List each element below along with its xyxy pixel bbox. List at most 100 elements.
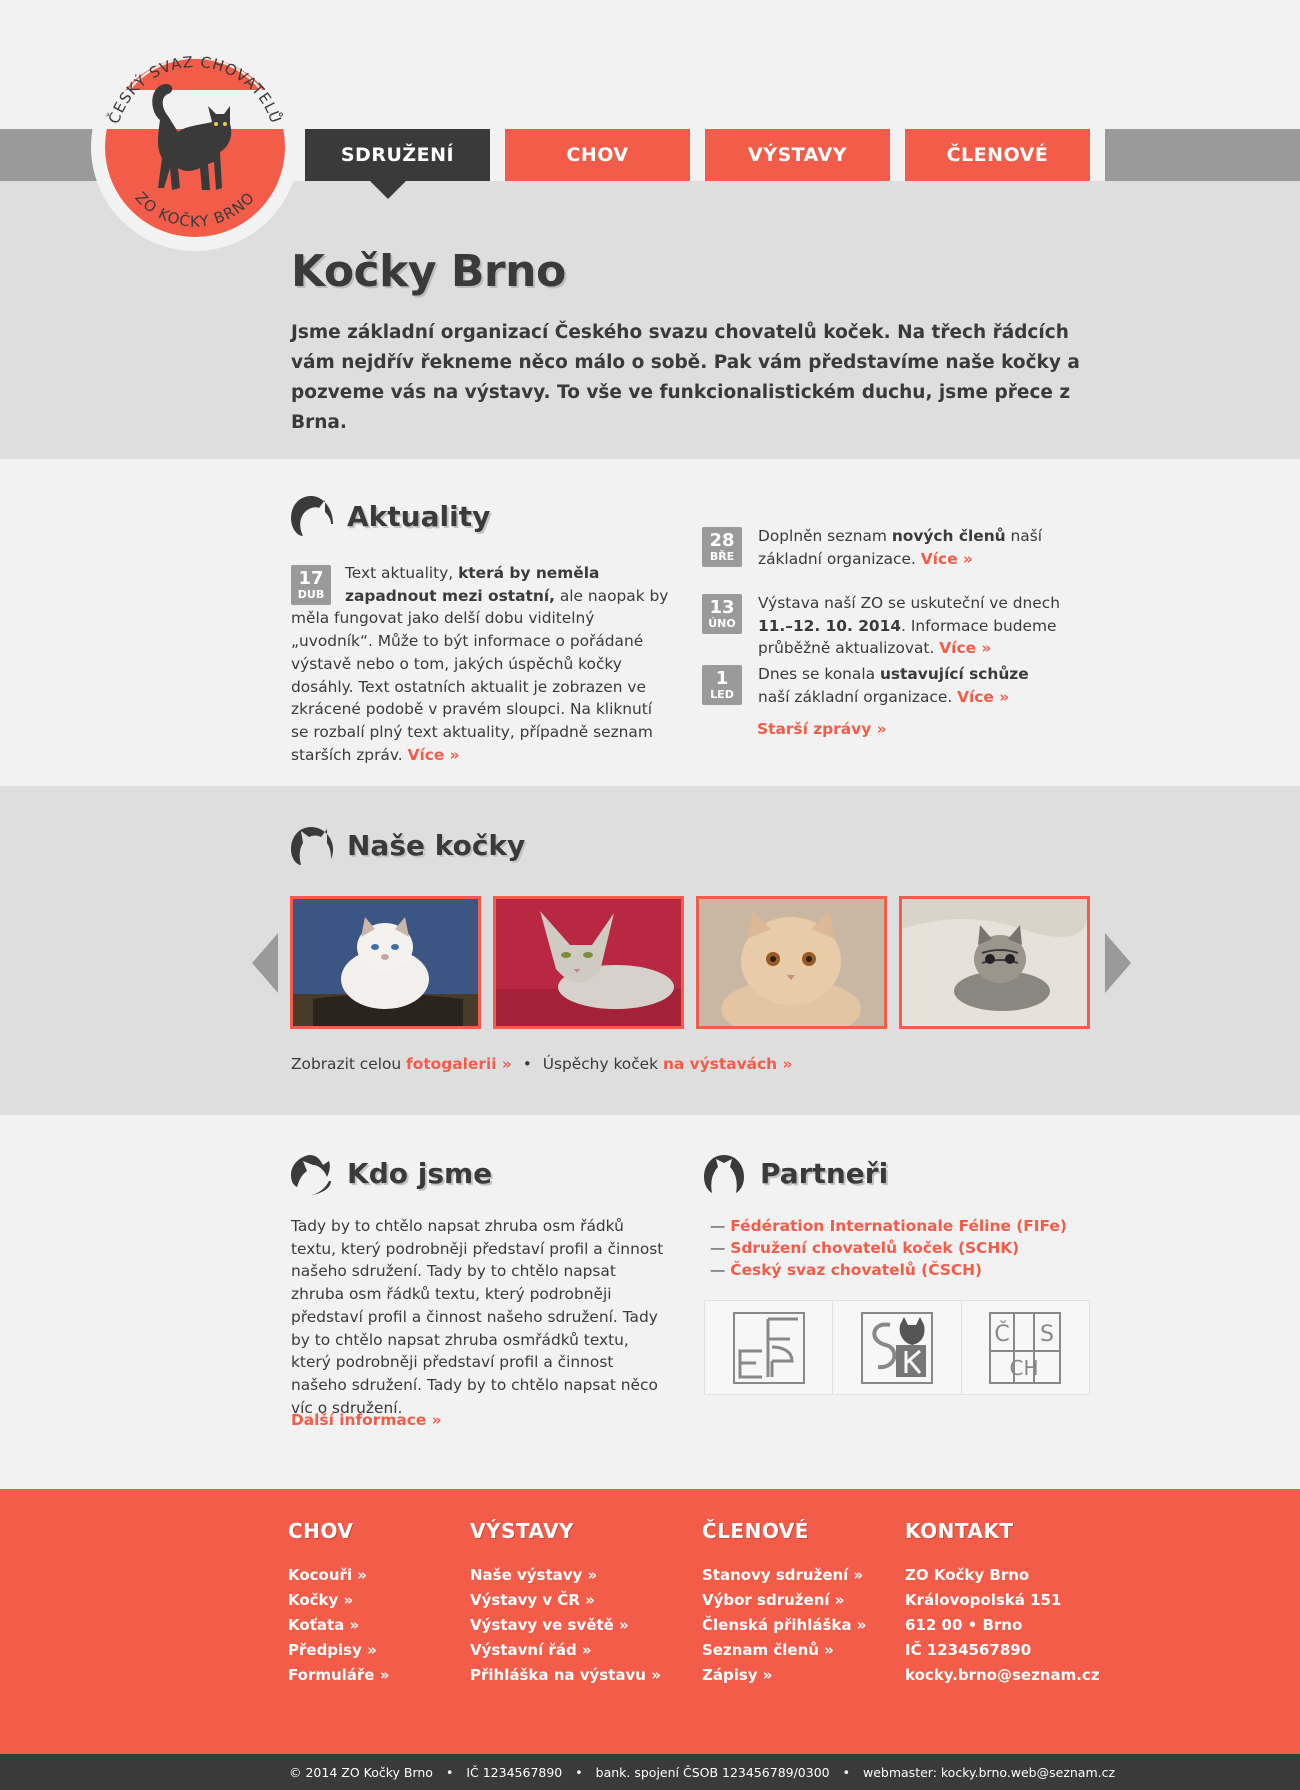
- footer-link[interactable]: Výstavy ve světě »: [470, 1616, 629, 1634]
- footer-col-title: KONTAKT: [905, 1519, 1014, 1543]
- footer-col-title: CHOV: [288, 1519, 354, 1543]
- cat-photo-oriental: [496, 899, 681, 1026]
- nav-active-arrow: [370, 181, 406, 199]
- partner-logo-fife[interactable]: [705, 1301, 834, 1394]
- webmaster-info[interactable]: webmaster: kocky.brno.web@seznam.cz: [863, 1765, 1115, 1780]
- contact-line: Královopolská 151: [905, 1591, 1062, 1609]
- partner-link-schk[interactable]: Sdružení chovatelů koček (SCHK): [730, 1239, 1019, 1257]
- footer-col-title: VÝSTAVY: [470, 1519, 575, 1543]
- fife-logo-icon: [732, 1311, 805, 1384]
- date-day: 17: [298, 567, 324, 589]
- cat-photo-1[interactable]: [290, 896, 481, 1029]
- contact-line: 612 00 • Brno: [905, 1616, 1023, 1634]
- nav-item-sdruzeni[interactable]: SDRUŽENÍ: [305, 129, 490, 181]
- cat-head-icon: [291, 496, 333, 536]
- date-month: DUB: [297, 587, 325, 601]
- date-badge: 1 LED: [702, 665, 742, 705]
- gallery-next-arrow[interactable]: [1105, 933, 1131, 993]
- footer-link[interactable]: Výstavní řád »: [470, 1641, 592, 1659]
- contact-email-link[interactable]: kocky.brno@seznam.cz: [905, 1666, 1100, 1684]
- photogallery-link[interactable]: fotogalerii »: [406, 1055, 512, 1073]
- partners-title: Partneři: [760, 1156, 889, 1190]
- contact-line: ZO Kočky Brno: [905, 1566, 1030, 1584]
- cat-photo-3[interactable]: [696, 896, 887, 1029]
- cat-photo-2[interactable]: [493, 896, 684, 1029]
- cat-photo-british: [699, 899, 884, 1026]
- csch-logo-icon: Č S CH: [989, 1311, 1062, 1384]
- footer-link[interactable]: Stanovy sdružení »: [702, 1566, 863, 1584]
- date-badge: 13 ÚNO: [702, 594, 742, 634]
- shows-success-link[interactable]: na výstavách »: [663, 1055, 792, 1073]
- footer-link[interactable]: Seznam členů »: [702, 1641, 834, 1659]
- cat-head-icon: [704, 1155, 744, 1193]
- footer-link[interactable]: Naše výstavy »: [470, 1566, 597, 1584]
- nav-item-clenove[interactable]: ČLENOVÉ: [905, 129, 1090, 181]
- page-title: Kočky Brno: [291, 246, 566, 297]
- footer-link[interactable]: Kočky »: [288, 1591, 353, 1609]
- partner-logos: Č S CH: [704, 1300, 1090, 1395]
- bullet-separator: •: [575, 1764, 583, 1780]
- gallery-prev-arrow[interactable]: [252, 933, 278, 993]
- news-text: Doplněn seznam: [758, 527, 892, 545]
- bullet-separator: •: [522, 1055, 532, 1073]
- news-main-text-after: ale naopak by měla fungovat jako delší d…: [291, 586, 669, 764]
- footer-link[interactable]: Kocouři »: [288, 1566, 367, 1584]
- news-main-more-link[interactable]: Více »: [408, 746, 460, 764]
- news-text: Dnes se konala: [758, 665, 880, 683]
- news-item-text: Výstava naší ZO se uskuteční ve dnech 11…: [758, 592, 1062, 660]
- logo[interactable]: ČESKÝ SVAZ CHOVATELŮ ZO KOČKY BRNO: [88, 40, 302, 254]
- about-text: Tady by to chtělo napsat zhruba osm řádk…: [291, 1217, 664, 1417]
- footer-link[interactable]: Formuláře »: [288, 1666, 389, 1684]
- partner-item: Český svaz chovatelů (ČSCH): [710, 1259, 1067, 1281]
- partner-logo-csch[interactable]: Č S CH: [962, 1301, 1089, 1394]
- news-more-link[interactable]: Více »: [939, 639, 991, 657]
- gallery-links-text: Zobrazit celou: [291, 1055, 407, 1073]
- footer-col-clenove: ČLENOVÉ Stanovy sdružení » Výbor sdružen…: [702, 1519, 866, 1688]
- date-month: BŘE: [709, 549, 735, 563]
- csch-letter: CH: [1010, 1356, 1039, 1380]
- news-item: 28 BŘE Doplněn seznam nových členů naší …: [702, 525, 1062, 570]
- older-news-link[interactable]: Starší zprávy »: [757, 720, 887, 738]
- footer-link[interactable]: Členská přihláška »: [702, 1616, 866, 1634]
- footer-link[interactable]: Zápisy »: [702, 1666, 773, 1684]
- date-month: ÚNO: [708, 616, 736, 630]
- cat-photo-4[interactable]: [899, 896, 1090, 1029]
- nav-strip-left: [0, 129, 100, 181]
- copyright: © 2014 ZO Kočky Brno: [289, 1764, 433, 1780]
- footer-link[interactable]: Výbor sdružení »: [702, 1591, 844, 1609]
- footer: CHOV Kocouři » Kočky » Koťata » Předpisy…: [0, 1489, 1300, 1754]
- gallery-links-text: Úspěchy koček: [542, 1055, 663, 1073]
- nav-item-chov[interactable]: CHOV: [505, 129, 690, 181]
- about-heading: Kdo jsme: [289, 1151, 492, 1195]
- footer-link[interactable]: Předpisy »: [288, 1641, 377, 1659]
- news-main: 17 DUB Text aktuality, která by neměla z…: [291, 562, 671, 766]
- news-item: 13 ÚNO Výstava naší ZO se uskuteční ve d…: [702, 592, 1062, 660]
- news-text: Výstava naší ZO se uskuteční ve dnech: [758, 594, 1060, 612]
- footer-link[interactable]: Koťata »: [288, 1616, 359, 1634]
- footer-link[interactable]: Výstavy v ČR »: [470, 1591, 595, 1609]
- date-badge: 28 BŘE: [702, 527, 742, 567]
- intro-text: Jsme základní organizací Českého svazu c…: [291, 322, 1080, 433]
- footer-col-chov: CHOV Kocouři » Kočky » Koťata » Předpisy…: [288, 1519, 389, 1688]
- schk-logo-icon: [860, 1311, 933, 1384]
- news-text: naší základní organizace.: [758, 687, 958, 706]
- bottom-bar: © 2014 ZO Kočky Brno • IČ 1234567890 • b…: [0, 1754, 1300, 1790]
- partner-list: Fédération Internationale Féline (FIFe) …: [710, 1215, 1067, 1281]
- cat-photo-white: [293, 899, 478, 1026]
- nav-item-vystavy[interactable]: VÝSTAVY: [705, 129, 890, 181]
- partner-logo-schk[interactable]: [833, 1301, 962, 1394]
- partner-link-fife[interactable]: Fédération Internationale Féline (FIFe): [730, 1217, 1067, 1235]
- bullet-separator: •: [842, 1764, 850, 1780]
- partner-link-csch[interactable]: Český svaz chovatelů (ČSCH): [730, 1261, 982, 1279]
- news-more-link[interactable]: Více »: [921, 550, 973, 568]
- bullet-separator: •: [445, 1764, 454, 1780]
- footer-link[interactable]: Přihláška na výstavu »: [470, 1666, 661, 1684]
- news-item-text: Doplněn seznam nových členů naší základn…: [758, 525, 1062, 570]
- date-day: 1: [715, 667, 729, 689]
- cat-photo-tabby: [902, 899, 1087, 1026]
- about-more-link[interactable]: Další informace »: [291, 1411, 442, 1429]
- news-more-link[interactable]: Více »: [957, 688, 1009, 706]
- partners-heading: Partneři: [702, 1151, 888, 1195]
- nav-strip-right: [1105, 129, 1300, 181]
- gallery-heading: Naše kočky: [289, 823, 525, 867]
